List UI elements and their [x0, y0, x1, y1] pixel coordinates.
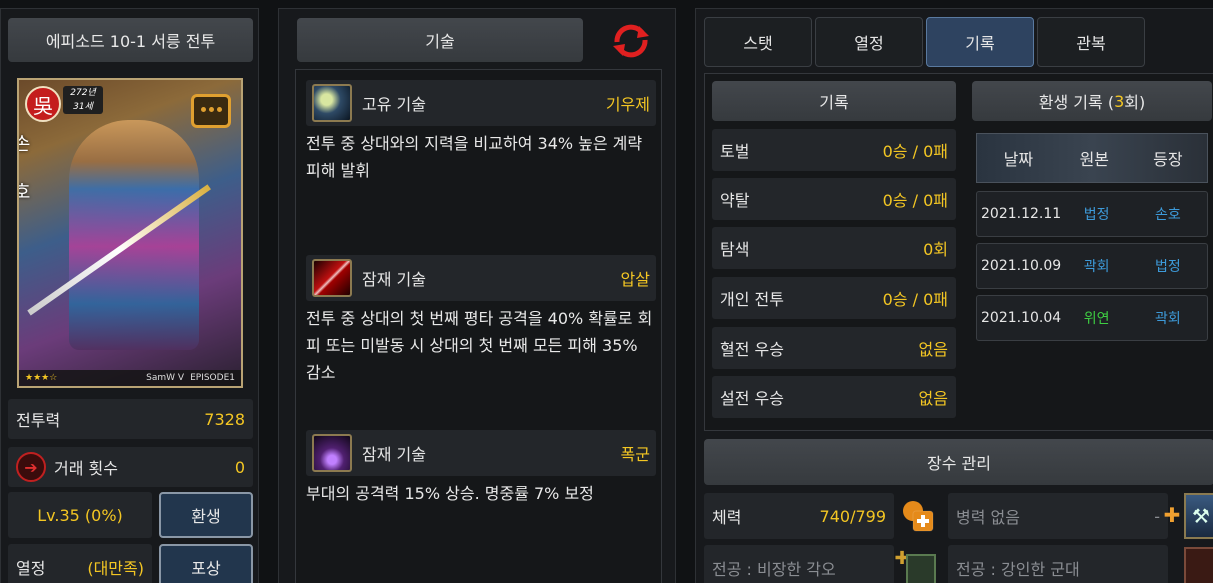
skill-type-label: 잠재 기술 [362, 270, 426, 289]
trade-count-row: ➔ 거래 횟수 0 [8, 447, 253, 487]
skill-item-unique[interactable]: 고유 기술 기우제 [306, 80, 656, 126]
skill-name: 폭군 [620, 445, 650, 464]
history-row: 2021.10.04 위연 곽회 [976, 295, 1208, 341]
general-name-vertical: 손호 [17, 134, 31, 230]
record-row: 약탈 0승 / 0패 [712, 178, 956, 220]
episode-title: 에피소드 10-1 서릉 전투 [8, 18, 253, 62]
age-badge: 272년 31세 [63, 86, 103, 114]
records-header: 기록 [712, 81, 956, 121]
record-row: 탐색 0회 [712, 227, 956, 269]
refresh-icon[interactable] [609, 22, 653, 60]
troop-axe-icon[interactable]: ⚒ [1184, 493, 1213, 539]
skill-panel: 기술 고유 기술 기우제 전투 중 상대와의 지력을 비교하여 34% 높은 계… [278, 8, 676, 583]
record-row: 토벌 0승 / 0패 [712, 129, 956, 171]
history-row: 2021.10.09 곽회 법정 [976, 243, 1208, 289]
trade-arrow-icon[interactable]: ➔ [16, 452, 46, 482]
add-troops-icon[interactable]: ✚ [1162, 505, 1182, 525]
reward-button[interactable]: 포상 [159, 544, 253, 583]
tab-records[interactable]: 기록 [926, 17, 1034, 67]
tab-passion[interactable]: 열정 [815, 17, 923, 67]
passion-value: (대만족) [87, 559, 144, 578]
merit-medal-icon [906, 554, 936, 583]
history-row: 2021.12.11 법정 손호 [976, 191, 1208, 237]
skill-item-latent-2[interactable]: 잠재 기술 폭군 [306, 430, 656, 476]
combat-power-value: 7328 [204, 409, 245, 429]
level-display: Lv.35 (0%) [8, 492, 152, 538]
rain-ritual-skill-icon [312, 84, 352, 122]
hp-row: 체력 740/799 [704, 493, 894, 539]
skill-type-label: 고유 기술 [362, 95, 426, 114]
merit-slot-2[interactable]: 전공 : 강인한 군대 [948, 545, 1168, 583]
general-info-panel: 에피소드 10-1 서릉 전투 吳 272년 31세 손호 ★★★☆ SamW … [0, 8, 259, 583]
skill-name: 압살 [620, 270, 650, 289]
history-col-appear: 등장 [1153, 150, 1183, 169]
hp-label: 체력 [712, 508, 742, 527]
history-col-date: 날짜 [1003, 150, 1034, 169]
skill-description: 부대의 공격력 15% 상승. 명중률 7% 보정 [306, 484, 594, 503]
rebirth-header: 환생 기록 (3 회) [972, 81, 1212, 121]
passion-label: 열정 [16, 559, 46, 578]
general-portrait[interactable]: 吳 272년 31세 손호 ★★★☆ SamW V EPISODE1 [17, 78, 243, 388]
portrait-footer: ★★★☆ SamW V EPISODE1 [19, 370, 241, 386]
skill-description: 전투 중 상대와의 지력을 비교하여 34% 높은 계략 피해 발휘 [306, 134, 643, 180]
history-col-origin: 원본 [1079, 150, 1110, 169]
troops-row: 병력 없음 - [948, 493, 1168, 539]
skill-header: 기술 [297, 18, 583, 62]
skill-item-latent-1[interactable]: 잠재 기술 압살 [306, 255, 656, 301]
crush-skill-icon [312, 259, 352, 297]
record-row: 개인 전투 0승 / 0패 [712, 277, 956, 319]
skill-type-label: 잠재 기술 [362, 445, 426, 464]
general-management-header: 장수 관리 [704, 439, 1213, 485]
brand-logo: SamW V [146, 373, 185, 383]
passion-row: 열정 (대만족) [8, 544, 152, 583]
troops-dash: - [1154, 506, 1160, 526]
tyrant-skill-icon [312, 434, 352, 472]
skill-list: 고유 기술 기우제 전투 중 상대와의 지력을 비교하여 34% 높은 계략 피… [295, 69, 662, 583]
faction-badge: 吳 [25, 86, 61, 122]
tab-stats[interactable]: 스탯 [704, 17, 812, 67]
hp-value: 740/799 [819, 506, 886, 526]
episode-tag: EPISODE1 [190, 373, 235, 383]
chat-icon[interactable] [191, 94, 231, 128]
merit-slot-1[interactable]: 전공 : 비장한 각오 [704, 545, 894, 583]
record-row: 설전 우승 없음 [712, 376, 956, 418]
skill-description: 전투 중 상대의 첫 번째 평타 공격을 40% 확률로 회피 또는 미발동 시… [306, 309, 653, 382]
merit-item-icon [1184, 547, 1213, 583]
rebirth-history: 날짜 원본 등장 [976, 133, 1208, 183]
combat-power-row: 전투력 7328 [8, 399, 253, 439]
hp-potion-add-icon[interactable] [899, 497, 935, 533]
skill-name: 기우제 [605, 95, 650, 114]
combat-power-label: 전투력 [16, 411, 61, 430]
trade-count-value: 0 [234, 457, 245, 477]
rating-stars-icon: ★★★☆ [25, 373, 58, 383]
records-panel: 스탯 열정 기록 관복 기록 토벌 0승 / 0패 약탈 0승 / 0패 탐색 0회 … [695, 8, 1213, 583]
record-row: 혈전 우승 없음 [712, 327, 956, 369]
reincarnate-button[interactable]: 환생 [159, 492, 253, 538]
trade-count-label: 거래 횟수 [54, 459, 118, 478]
troops-text: 병력 없음 [956, 508, 1020, 527]
tab-costume[interactable]: 관복 [1037, 17, 1145, 67]
